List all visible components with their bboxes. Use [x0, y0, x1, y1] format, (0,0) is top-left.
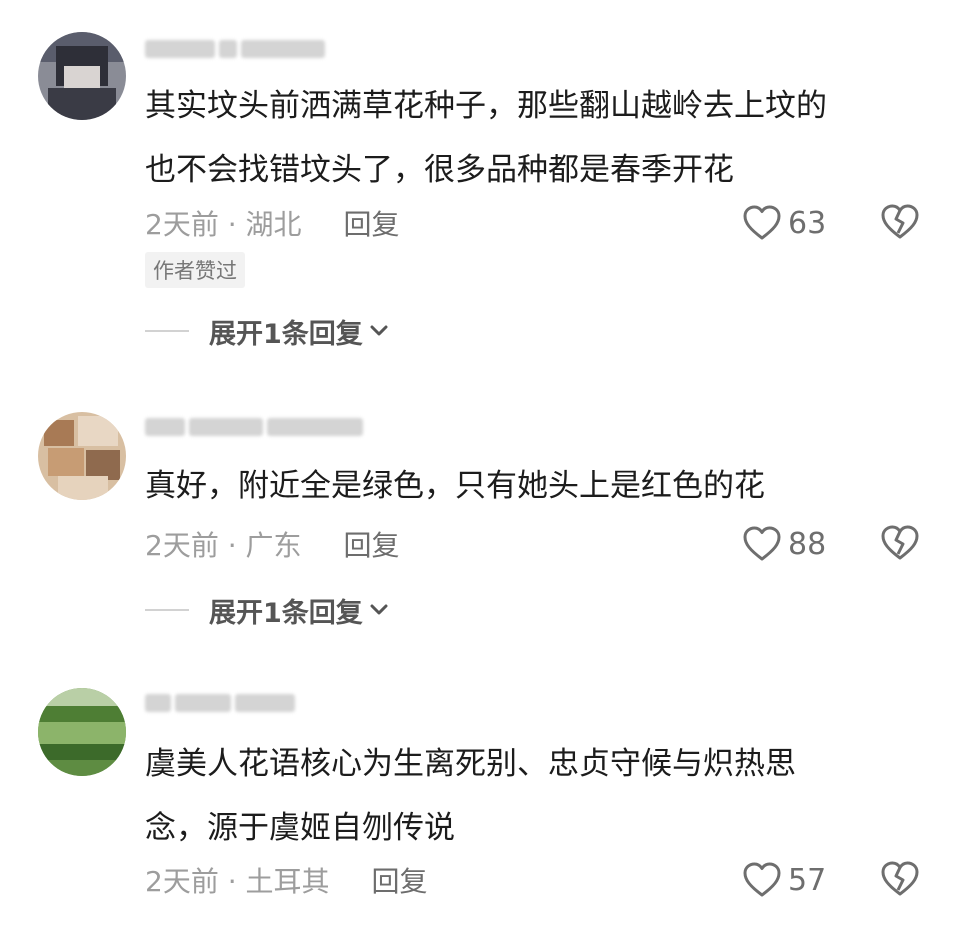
comment-meta: 2天前 · 湖北 回复 — [145, 203, 400, 243]
comment-time-location: 2天前 · 广东 — [145, 529, 302, 562]
expand-replies-button[interactable]: 展开1条回复 — [145, 590, 389, 630]
avatar[interactable] — [38, 688, 126, 776]
comment-meta: 2天前 · 土耳其 回复 — [145, 860, 428, 900]
username-blurred[interactable] — [145, 416, 363, 438]
avatar[interactable] — [38, 32, 126, 120]
expand-replies-label: 展开1条回复 — [209, 318, 363, 350]
comment-time-location: 2天前 · 土耳其 — [145, 865, 330, 898]
comment-time-location: 2天前 · 湖北 — [145, 208, 302, 241]
comment-meta: 2天前 · 广东 回复 — [145, 524, 400, 564]
expand-divider — [145, 609, 189, 611]
expand-replies-button[interactable]: 展开1条回复 — [145, 311, 389, 351]
like-button[interactable]: 63 — [742, 203, 826, 243]
like-button[interactable]: 88 — [742, 524, 826, 564]
broken-heart-icon — [881, 861, 919, 896]
dislike-button[interactable] — [880, 524, 920, 564]
avatar-image — [38, 32, 126, 120]
reply-button[interactable]: 回复 — [372, 860, 428, 900]
heart-outline-icon — [743, 205, 781, 240]
comment-text: 其实坟头前洒满草花种子，那些翻山越岭去上坟的 也不会找错坟头了，很多品种都是春季… — [145, 88, 827, 188]
chevron-down-icon — [370, 604, 388, 615]
heart-outline-icon — [743, 526, 781, 561]
comment-item: 虞美人花语核心为生离死别、忠贞守候与炽热思 念，源于虞姬自刎传说 2天前 · 土… — [0, 660, 960, 926]
comment-item: 其实坟头前洒满草花种子，那些翻山越岭去上坟的 也不会找错坟头了，很多品种都是春季… — [0, 0, 960, 380]
avatar-image — [38, 688, 126, 776]
author-liked-badge: 作者赞过 — [145, 252, 245, 288]
broken-heart-icon — [881, 204, 919, 239]
username-blurred[interactable] — [145, 38, 325, 60]
comment-text: 真好，附近全是绿色，只有她头上是红色的花 — [145, 468, 765, 504]
like-count: 88 — [788, 526, 827, 562]
like-button[interactable]: 57 — [742, 860, 826, 900]
comment-item: 真好，附近全是绿色，只有她头上是红色的花 2天前 · 广东 回复 88 展开1条… — [0, 380, 960, 660]
broken-heart-icon — [881, 525, 919, 560]
heart-outline-icon — [743, 862, 781, 897]
reply-button[interactable]: 回复 — [344, 524, 400, 564]
avatar-image — [38, 412, 126, 500]
like-count: 63 — [788, 205, 827, 241]
avatar[interactable] — [38, 412, 126, 500]
like-count: 57 — [788, 862, 827, 898]
comment-text: 虞美人花语核心为生离死别、忠贞守候与炽热思 念，源于虞姬自刎传说 — [145, 746, 796, 846]
chevron-down-icon — [370, 325, 388, 336]
reply-button[interactable]: 回复 — [344, 203, 400, 243]
expand-divider — [145, 330, 189, 332]
dislike-button[interactable] — [880, 860, 920, 900]
username-blurred[interactable] — [145, 692, 295, 714]
expand-replies-label: 展开1条回复 — [209, 597, 363, 629]
dislike-button[interactable] — [880, 203, 920, 243]
